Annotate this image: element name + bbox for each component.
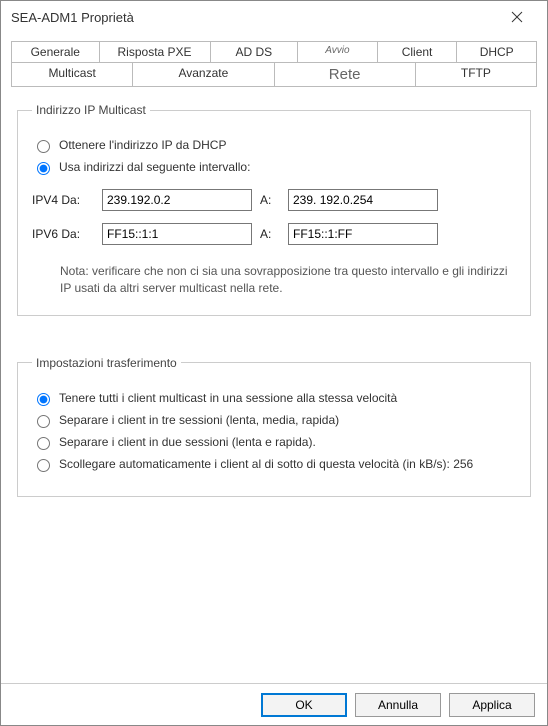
ipv6-from-label: IPV6 Da: (32, 227, 94, 241)
properties-dialog: SEA-ADM1 Proprietà Generale Risposta PXE… (0, 0, 548, 726)
ipv4-from-label: IPV4 Da: (32, 193, 94, 207)
tab-tftp[interactable]: TFTP (415, 62, 537, 87)
radio-ip-from-dhcp[interactable]: Ottenere l'indirizzo IP da DHCP (32, 137, 516, 153)
ipv6-to-input[interactable] (288, 223, 438, 245)
tab-ad-ds[interactable]: AD DS (210, 41, 299, 63)
ipv4-to-label: A: (260, 193, 280, 207)
ipv6-to-label: A: (260, 227, 280, 241)
tab-client[interactable]: Client (377, 41, 458, 63)
dialog-footer: OK Annulla Applica (1, 683, 547, 725)
radio-same-speed[interactable]: Tenere tutti i client multicast in una s… (32, 390, 516, 406)
radio-ip-from-range-input[interactable] (37, 162, 50, 175)
radio-same-speed-label: Tenere tutti i client multicast in una s… (59, 391, 397, 405)
group-transfer-settings: Impostazioni trasferimento Tenere tutti … (17, 356, 531, 497)
radio-two-sessions-input[interactable] (37, 437, 50, 450)
radio-same-speed-input[interactable] (37, 393, 50, 406)
titlebar: SEA-ADM1 Proprietà (1, 1, 547, 33)
radio-auto-disconnect-label: Scollegare automaticamente i client al d… (59, 457, 473, 471)
tab-rete[interactable]: Rete (274, 62, 416, 87)
tab-dhcp[interactable]: DHCP (456, 41, 537, 63)
radio-two-sessions-label: Separare i client in due sessioni (lenta… (59, 435, 316, 449)
ipv6-from-input[interactable] (102, 223, 252, 245)
ok-button[interactable]: OK (261, 693, 347, 717)
close-icon (511, 11, 523, 23)
tab-multicast[interactable]: Multicast (11, 62, 133, 87)
radio-auto-disconnect[interactable]: Scollegare automaticamente i client al d… (32, 456, 516, 472)
radio-ip-from-range-label: Usa indirizzi dal seguente intervallo: (59, 160, 250, 174)
ip-range-grid: IPV4 Da: A: IPV6 Da: A: (32, 189, 516, 245)
radio-auto-disconnect-input[interactable] (37, 459, 50, 472)
tab-content-multicast: Indirizzo IP Multicast Ottenere l'indiri… (1, 87, 547, 683)
radio-three-sessions-label: Separare i client in tre sessioni (lenta… (59, 413, 339, 427)
radio-two-sessions[interactable]: Separare i client in due sessioni (lenta… (32, 434, 516, 450)
radio-ip-from-dhcp-input[interactable] (37, 140, 50, 153)
window-title: SEA-ADM1 Proprietà (11, 10, 497, 25)
tab-avvio[interactable]: Avvio (297, 41, 378, 63)
ipv4-to-input[interactable] (288, 189, 438, 211)
close-button[interactable] (497, 1, 537, 33)
tab-generale[interactable]: Generale (11, 41, 100, 63)
radio-three-sessions[interactable]: Separare i client in tre sessioni (lenta… (32, 412, 516, 428)
cancel-button[interactable]: Annulla (355, 693, 441, 717)
apply-button[interactable]: Applica (449, 693, 535, 717)
tab-risposta-pxe[interactable]: Risposta PXE (99, 41, 211, 63)
radio-ip-from-range[interactable]: Usa indirizzi dal seguente intervallo: (32, 159, 516, 175)
radio-ip-from-dhcp-label: Ottenere l'indirizzo IP da DHCP (59, 138, 226, 152)
tab-strip: Generale Risposta PXE AD DS Avvio Client… (1, 33, 547, 87)
ip-range-note: Nota: verificare che non ci sia una sovr… (60, 263, 512, 297)
tab-avanzate[interactable]: Avanzate (132, 62, 274, 87)
radio-three-sessions-input[interactable] (37, 415, 50, 428)
ipv4-from-input[interactable] (102, 189, 252, 211)
group-transfer-settings-legend: Impostazioni trasferimento (32, 356, 181, 370)
group-multicast-ip: Indirizzo IP Multicast Ottenere l'indiri… (17, 103, 531, 316)
group-multicast-ip-legend: Indirizzo IP Multicast (32, 103, 150, 117)
